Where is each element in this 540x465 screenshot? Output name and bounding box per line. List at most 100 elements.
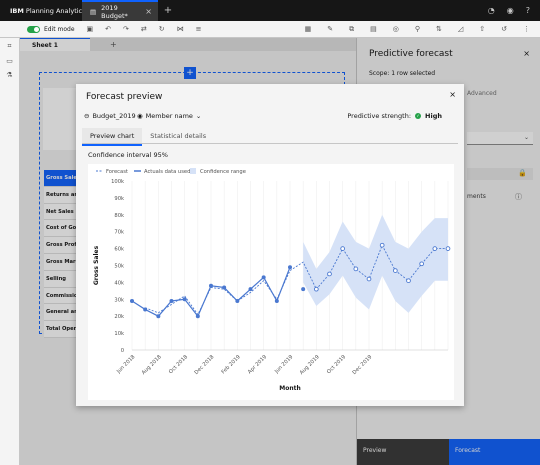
actual-point xyxy=(288,265,292,270)
strength-label: Predictive strength: xyxy=(347,112,412,120)
member-name-dropdown[interactable]: ◉ Member name ⌄ xyxy=(137,112,201,120)
notification-icon[interactable]: ◔ xyxy=(488,6,495,15)
add-tab-button[interactable]: + xyxy=(158,5,178,16)
actual-point xyxy=(274,298,279,303)
x-tick-label: Dec 2019 xyxy=(352,354,374,376)
modal-title: Forecast preview xyxy=(86,92,163,102)
copy-icon[interactable]: ⧉ xyxy=(349,25,354,34)
x-tick-label: Apr 2019 xyxy=(247,354,268,375)
data-icon[interactable]: ⚗ xyxy=(6,71,12,79)
x-tick-label: Oct 2018 xyxy=(168,354,189,375)
edit-mode-toggle[interactable]: Edit mode xyxy=(27,25,75,33)
forecast-start-point xyxy=(301,287,306,292)
actual-point xyxy=(261,275,266,280)
grid-icon[interactable]: ▦ xyxy=(305,25,312,34)
folder-icon[interactable]: ▭ xyxy=(6,57,13,65)
top-bar: IBM Planning Analytics ▤ 2019 Budget* × … xyxy=(0,0,540,21)
actual-point xyxy=(222,285,227,290)
forecast-chart-container: Forecast Actuals data used Confidence rang… xyxy=(88,164,454,400)
forecast-point xyxy=(340,246,346,251)
y-tick-label: 0 xyxy=(121,348,124,354)
forecast-preview-modal: Forecast preview × ⊖ Budget_2019 ◉ Membe… xyxy=(76,84,464,406)
x-tick-label: Dec 2018 xyxy=(194,354,216,376)
actual-point xyxy=(248,287,253,292)
y-tick-label: 40k xyxy=(114,280,124,286)
filter-icon[interactable]: ⚲ xyxy=(415,25,420,34)
actual-point xyxy=(195,314,200,319)
forecast-point xyxy=(327,271,332,277)
save-icon[interactable]: ▣ xyxy=(87,25,94,33)
x-axis-title: Month xyxy=(279,385,301,392)
user-icon[interactable]: ◉ xyxy=(507,6,514,15)
legend-label: Confidence range xyxy=(200,169,246,175)
actual-point xyxy=(156,314,161,319)
workbook-tab-label: 2019 Budget* xyxy=(101,3,128,20)
confidence-band xyxy=(303,214,448,313)
hierarchy-icon[interactable]: ⌗ xyxy=(8,42,12,51)
cube-icon: ⊖ xyxy=(84,112,90,120)
close-tab-icon[interactable]: × xyxy=(145,7,152,16)
y-tick-label: 30k xyxy=(114,297,124,303)
x-tick-label: Oct 2019 xyxy=(326,354,347,375)
forecast-point xyxy=(313,286,319,292)
edit-icon[interactable]: ✎ xyxy=(327,25,333,34)
undo-icon[interactable]: ↶ xyxy=(105,25,111,33)
view-icon[interactable]: ◎ xyxy=(393,25,399,34)
upload-icon[interactable]: ⇧ xyxy=(479,25,485,34)
modal-close-icon[interactable]: × xyxy=(449,90,456,99)
overflow-menu-icon[interactable]: ⋮ xyxy=(523,25,530,34)
edit-mode-label: Edit mode xyxy=(44,25,75,33)
x-tick-label: Jun 2018 xyxy=(115,354,136,375)
y-axis-title: Gross Sales xyxy=(93,245,100,285)
toggle-switch[interactable] xyxy=(27,25,40,33)
x-tick-label: Aug 2018 xyxy=(141,354,163,376)
redo-icon[interactable]: ↷ xyxy=(123,25,129,33)
y-tick-label: 80k xyxy=(114,213,124,219)
help-icon[interactable]: ? xyxy=(526,6,530,15)
y-tick-label: 50k xyxy=(114,264,124,270)
x-tick-label: Jun 2019 xyxy=(273,354,294,375)
tab-divider xyxy=(82,143,458,144)
forecast-point xyxy=(445,246,451,251)
forecast-point xyxy=(432,246,438,251)
x-tick-label: Feb 2019 xyxy=(221,354,242,375)
y-tick-label: 70k xyxy=(114,230,124,236)
settings-adjust-icon[interactable]: ≡ xyxy=(196,25,202,33)
legend-swatch-confidence xyxy=(190,168,196,174)
sort-icon[interactable]: ⇅ xyxy=(436,25,442,34)
legend-label: Forecast xyxy=(106,169,128,175)
legend-label: Actuals data used xyxy=(144,169,190,175)
share-icon[interactable]: ⋈ xyxy=(177,25,184,33)
strength-value: High xyxy=(425,112,442,120)
sync-icon[interactable]: ↺ xyxy=(501,25,507,34)
forecast-point xyxy=(366,276,372,282)
member-name-label: Member name xyxy=(145,112,193,120)
actual-point xyxy=(143,307,148,312)
toolbar: Edit mode ▣ ↶ ↷ ⇄ ↻ ⋈ ≡ ▦ ✎ ⧉ ▤ ◎ ⚲ ⇅ ◿ … xyxy=(0,21,540,38)
actual-point xyxy=(130,298,134,303)
actual-point xyxy=(182,297,187,302)
dimension-label: Budget_2019 xyxy=(92,112,136,120)
workbook-tab[interactable]: ▤ 2019 Budget* × xyxy=(82,0,158,21)
actual-point xyxy=(169,298,174,303)
radio-icon: ◉ xyxy=(137,112,143,120)
y-tick-label: 100k xyxy=(111,179,124,185)
forecast-point xyxy=(406,278,411,284)
chart-icon[interactable]: ◿ xyxy=(458,25,463,34)
y-tick-label: 90k xyxy=(114,196,124,202)
refresh-icon[interactable]: ↻ xyxy=(159,25,165,33)
actual-point xyxy=(209,283,213,288)
table-icon[interactable]: ▤ xyxy=(370,25,377,34)
left-rail: ⌗ ▭ ⚗ xyxy=(0,38,20,465)
chevron-down-icon: ⌄ xyxy=(195,112,202,120)
swap-icon[interactable]: ⇄ xyxy=(141,25,147,33)
predictive-strength: Predictive strength: ✓ High xyxy=(347,112,442,120)
y-tick-label: 60k xyxy=(114,247,124,253)
app-brand[interactable]: IBM Planning Analytics xyxy=(0,7,86,15)
actual-point xyxy=(235,298,240,303)
forecast-chart: Forecast Actuals data used Confidence rang… xyxy=(93,168,451,392)
checkmark-icon: ✓ xyxy=(415,113,422,119)
dimension-selector[interactable]: ⊖ Budget_2019 xyxy=(84,112,136,120)
book-icon: ▤ xyxy=(90,7,97,16)
forecast-point xyxy=(353,266,359,272)
